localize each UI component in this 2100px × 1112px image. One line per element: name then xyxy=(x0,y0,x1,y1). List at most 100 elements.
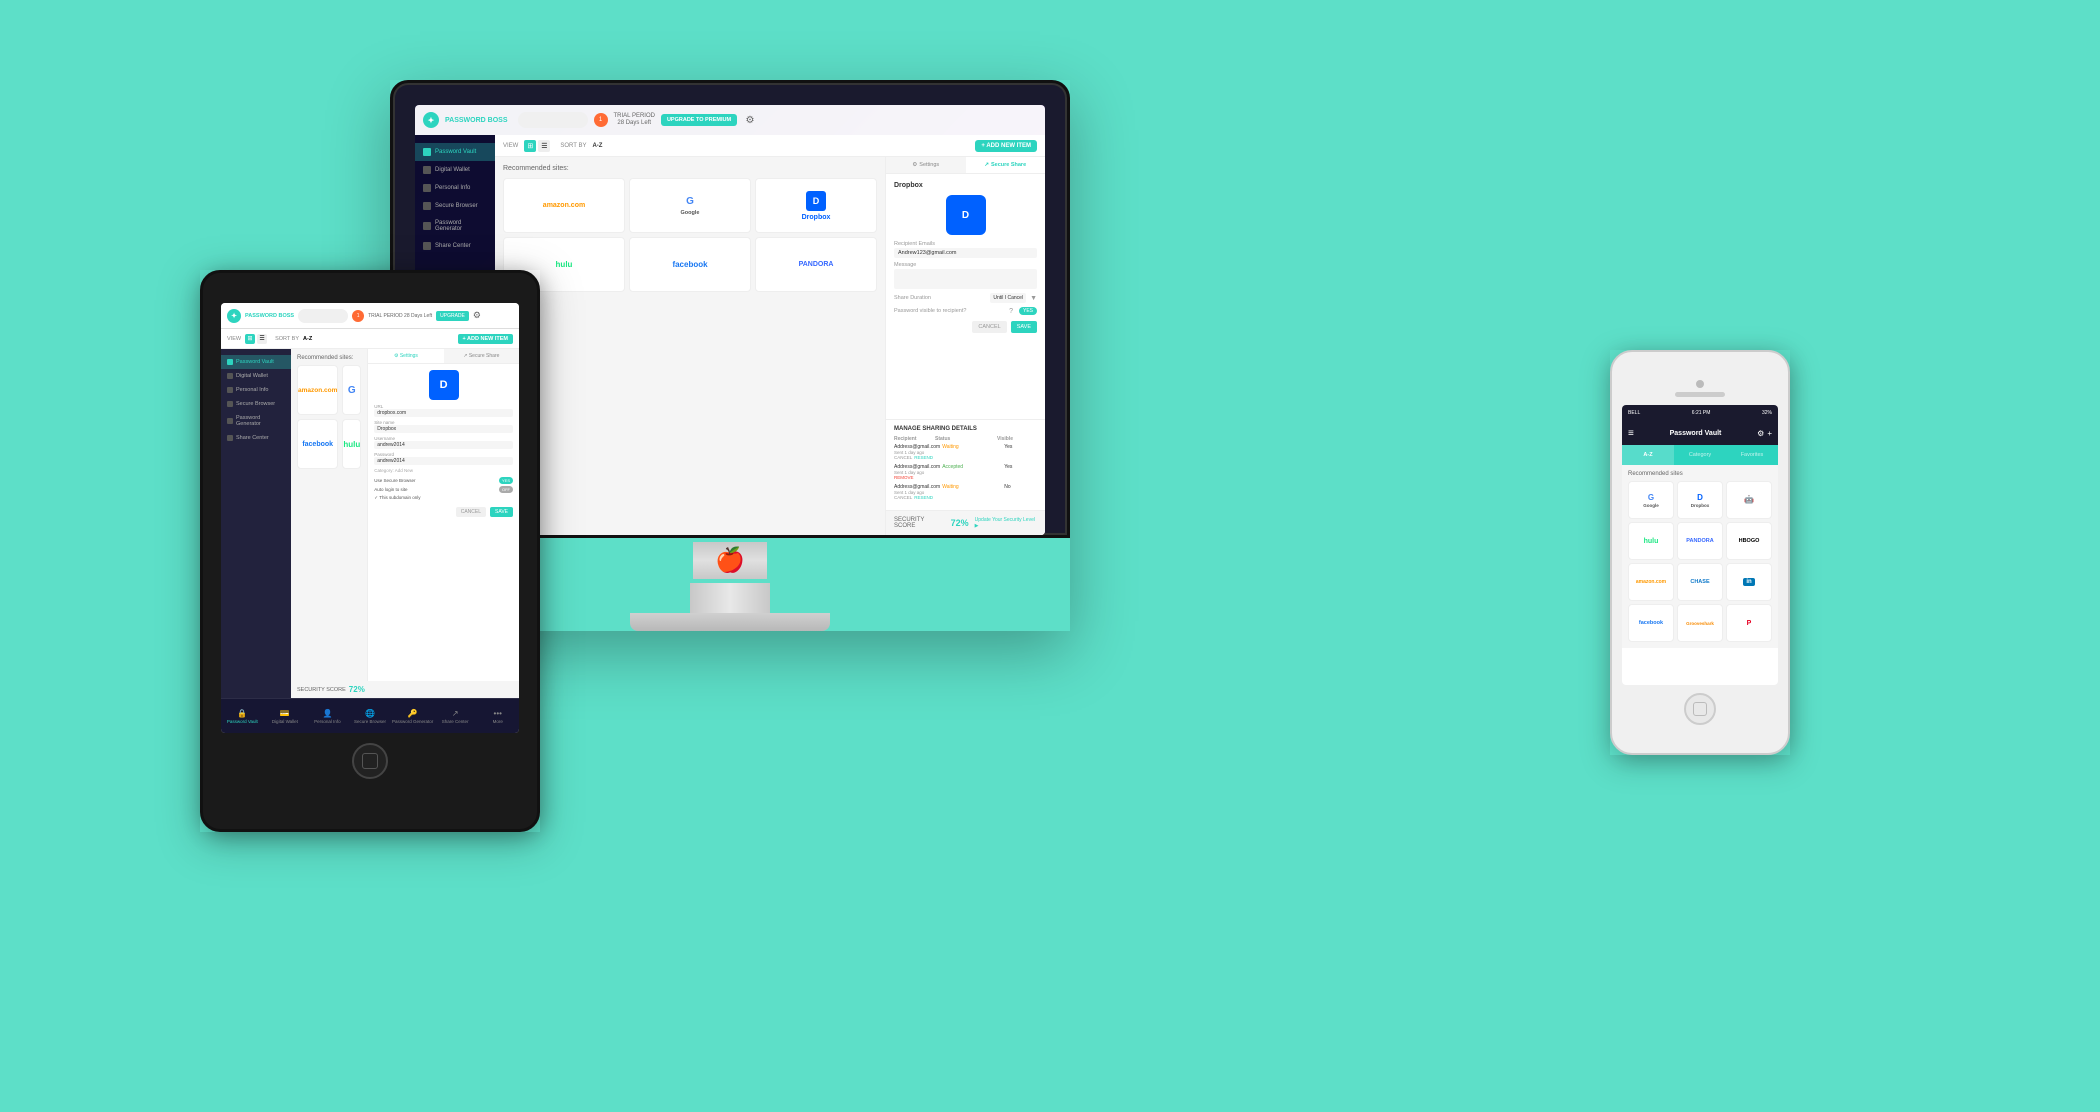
phone-tile-linkedin[interactable]: in xyxy=(1726,563,1772,601)
tab-settings[interactable]: ⚙ Settings xyxy=(886,157,966,173)
tab-secure-share[interactable]: ↗ Secure Share xyxy=(966,157,1046,173)
phone-tab-favorites[interactable]: Favorites xyxy=(1726,445,1778,465)
phone-tile-facebook[interactable]: facebook xyxy=(1628,604,1674,642)
phone-tile-grooveshark[interactable]: Grooveshark xyxy=(1677,604,1723,642)
tablet-grid-area: Recommended sites: amazon.com G xyxy=(291,349,367,681)
tablet-tile-hulu[interactable]: hulu xyxy=(342,419,361,469)
tablet-gear-icon[interactable]: ⚙ xyxy=(473,310,481,321)
tablet-grid-view[interactable]: ⊞ xyxy=(245,334,255,344)
save-button[interactable]: SAVE xyxy=(1011,321,1037,333)
sort-label: SORT BY xyxy=(560,143,586,149)
recipient-field: Recipient Emails Andrew123@gmail.com xyxy=(894,241,1037,258)
tablet-tile-google[interactable]: G xyxy=(342,365,361,415)
tablet-right-panel: ⚙ Settings ↗ Secure Share D URL xyxy=(367,349,519,681)
tablet-dropbox-logo: D xyxy=(429,370,459,400)
phone-tile-hbogo[interactable]: HBOGO xyxy=(1726,522,1772,560)
phone-tile-android[interactable]: 🤖 xyxy=(1726,481,1772,519)
tablet-bottombar: 🔒 Password Vault 💳 Digital Wallet 👤 Pers… xyxy=(221,698,519,733)
tablet-score-bar: SECURITY SCORE 72% xyxy=(291,681,519,698)
cancel-button[interactable]: CANCEL xyxy=(972,321,1006,333)
iphone-home-button[interactable] xyxy=(1684,693,1716,725)
phone-tile-pinterest[interactable]: P xyxy=(1726,604,1772,642)
tablet-add-button[interactable]: + ADD NEW ITEM xyxy=(458,334,513,344)
phone-statusbar: BELL 6:21 PM 32% xyxy=(1622,405,1778,421)
tablet-panel-tabs: ⚙ Settings ↗ Secure Share xyxy=(368,349,519,364)
sidebar-dot xyxy=(423,202,431,210)
ipad-home-button[interactable] xyxy=(352,743,388,779)
tablet-tab-settings[interactable]: ⚙ Settings xyxy=(368,349,443,363)
tablet-save-button[interactable]: SAVE xyxy=(490,507,513,517)
recommended-label: Recommended sites: xyxy=(503,165,877,172)
sidebar-item-password-vault[interactable]: Password Vault xyxy=(415,143,495,161)
upgrade-button[interactable]: UPGRADE TO PREMIUM xyxy=(661,114,737,126)
tablet-notif[interactable]: 1 xyxy=(352,310,364,322)
tablet-bottom-vault[interactable]: 🔒 Password Vault xyxy=(221,699,264,733)
phone-menu-icon[interactable]: ≡ xyxy=(1628,428,1634,439)
sidebar-item-personal-info[interactable]: Personal Info xyxy=(415,179,495,197)
tablet-bottom-wallet[interactable]: 💳 Digital Wallet xyxy=(264,699,307,733)
settings-icon[interactable]: ⚙ xyxy=(743,113,757,127)
tablet-tile-facebook[interactable]: facebook xyxy=(297,419,338,469)
search-bar[interactable] xyxy=(518,112,588,128)
add-new-item-button[interactable]: + ADD NEW ITEM xyxy=(975,140,1037,152)
panel-tabs: ⚙ Settings ↗ Secure Share xyxy=(886,157,1045,174)
tablet-body: Password Vault Digital Wallet Personal I… xyxy=(221,349,519,698)
site-tile-pandora[interactable]: PANDORA xyxy=(755,237,877,292)
tablet-cancel-button[interactable]: CANCEL xyxy=(456,507,486,517)
sidebar-item-password-generator[interactable]: Password Generator xyxy=(415,215,495,237)
site-tile-dropbox[interactable]: D Dropbox xyxy=(755,178,877,233)
tablet-tile-amazon[interactable]: amazon.com xyxy=(297,365,338,415)
site-tile-amazon[interactable]: amazon.com xyxy=(503,178,625,233)
tablet-sidebar-password-vault[interactable]: Password Vault xyxy=(221,355,291,369)
phone-tab-category[interactable]: Category xyxy=(1674,445,1726,465)
site-tile-google[interactable]: G Google xyxy=(629,178,751,233)
sidebar-item-share-center[interactable]: Share Center xyxy=(415,237,495,255)
tablet-bottom-browser[interactable]: 🌐 Secure Browser xyxy=(349,699,392,733)
panel-site-name: Dropbox xyxy=(894,182,1037,189)
tablet-url-field: URL dropbox.com xyxy=(374,404,513,417)
site-tile-facebook[interactable]: facebook xyxy=(629,237,751,292)
phone-add-icon[interactable]: + xyxy=(1767,429,1772,438)
phone-tab-az[interactable]: A-Z xyxy=(1622,445,1674,465)
phone-gear-icon[interactable]: ⚙ xyxy=(1757,429,1764,438)
tablet-subdomain-check: ✓ This subdomain only xyxy=(374,495,513,501)
message-input[interactable] xyxy=(894,269,1037,289)
toggle-yes[interactable]: YES xyxy=(1019,307,1037,315)
tablet-sidebar-share-center[interactable]: Share Center xyxy=(221,431,291,445)
tablet-logo-icon: ✦ xyxy=(227,309,241,323)
phone-tile-dropbox[interactable]: D Dropbox xyxy=(1677,481,1723,519)
tablet-sidebar-password-generator[interactable]: Password Generator xyxy=(221,411,291,431)
tablet-username-field: Username andrew2014 xyxy=(374,436,513,449)
update-security-link[interactable]: Update Your Security Level ▶ xyxy=(975,517,1037,529)
phone-tile-pandora[interactable]: PANDORA xyxy=(1677,522,1723,560)
tablet-sidebar-personal-info[interactable]: Personal Info xyxy=(221,383,291,397)
sidebar-item-digital-wallet[interactable]: Digital Wallet xyxy=(415,161,495,179)
phone-tile-chase[interactable]: CHASE xyxy=(1677,563,1723,601)
phone-tile-amazon[interactable]: amazon.com xyxy=(1628,563,1674,601)
phone-tile-google[interactable]: G Google xyxy=(1628,481,1674,519)
tablet-tab-secure-share[interactable]: ↗ Secure Share xyxy=(444,349,519,363)
list-view-icon[interactable]: ☰ xyxy=(538,140,550,152)
ipad-device: ✦ PASSWORD BOSS 1 TRIAL PERIOD 28 Days L… xyxy=(200,270,540,832)
desktop-main: VIEW ⊞ ☰ SORT BY A-Z + ADD NEW ITEM xyxy=(495,135,1045,535)
tablet-list-view[interactable]: ☰ xyxy=(257,334,267,344)
phone-tile-hulu[interactable]: hulu xyxy=(1628,522,1674,560)
grid-view-icon[interactable]: ⊞ xyxy=(524,140,536,152)
tablet-bottom-share[interactable]: ↗ Share Center xyxy=(434,699,477,733)
tablet-rec-label: Recommended sites: xyxy=(297,355,361,361)
tablet-search[interactable] xyxy=(298,309,348,323)
tablet-category-field: Category: Add New xyxy=(374,468,513,473)
tablet-bottom-more[interactable]: ••• More xyxy=(476,699,519,733)
site-grid: amazon.com G Google D Dropbox xyxy=(503,178,877,292)
sidebar-item-secure-browser[interactable]: Secure Browser xyxy=(415,197,495,215)
tablet-upgrade-button[interactable]: UPGRADE xyxy=(436,311,469,321)
tablet-sidebar-digital-wallet[interactable]: Digital Wallet xyxy=(221,369,291,383)
sidebar-dot xyxy=(423,166,431,174)
panel-content: Dropbox D Recipient Emails Andrew123@gma… xyxy=(886,174,1045,419)
notification-bell[interactable]: 1 xyxy=(594,113,608,127)
tablet-bottom-generator[interactable]: 🔑 Password Generator xyxy=(391,699,434,733)
table-row: Address@gmail.com Sent 1 day ago CANCEL … xyxy=(894,444,1037,460)
tablet-sidebar-secure-browser[interactable]: Secure Browser xyxy=(221,397,291,411)
tablet-bottom-personal[interactable]: 👤 Personal Info xyxy=(306,699,349,733)
manage-section: MANAGE SHARING DETAILS Recipient Status … xyxy=(886,419,1045,510)
